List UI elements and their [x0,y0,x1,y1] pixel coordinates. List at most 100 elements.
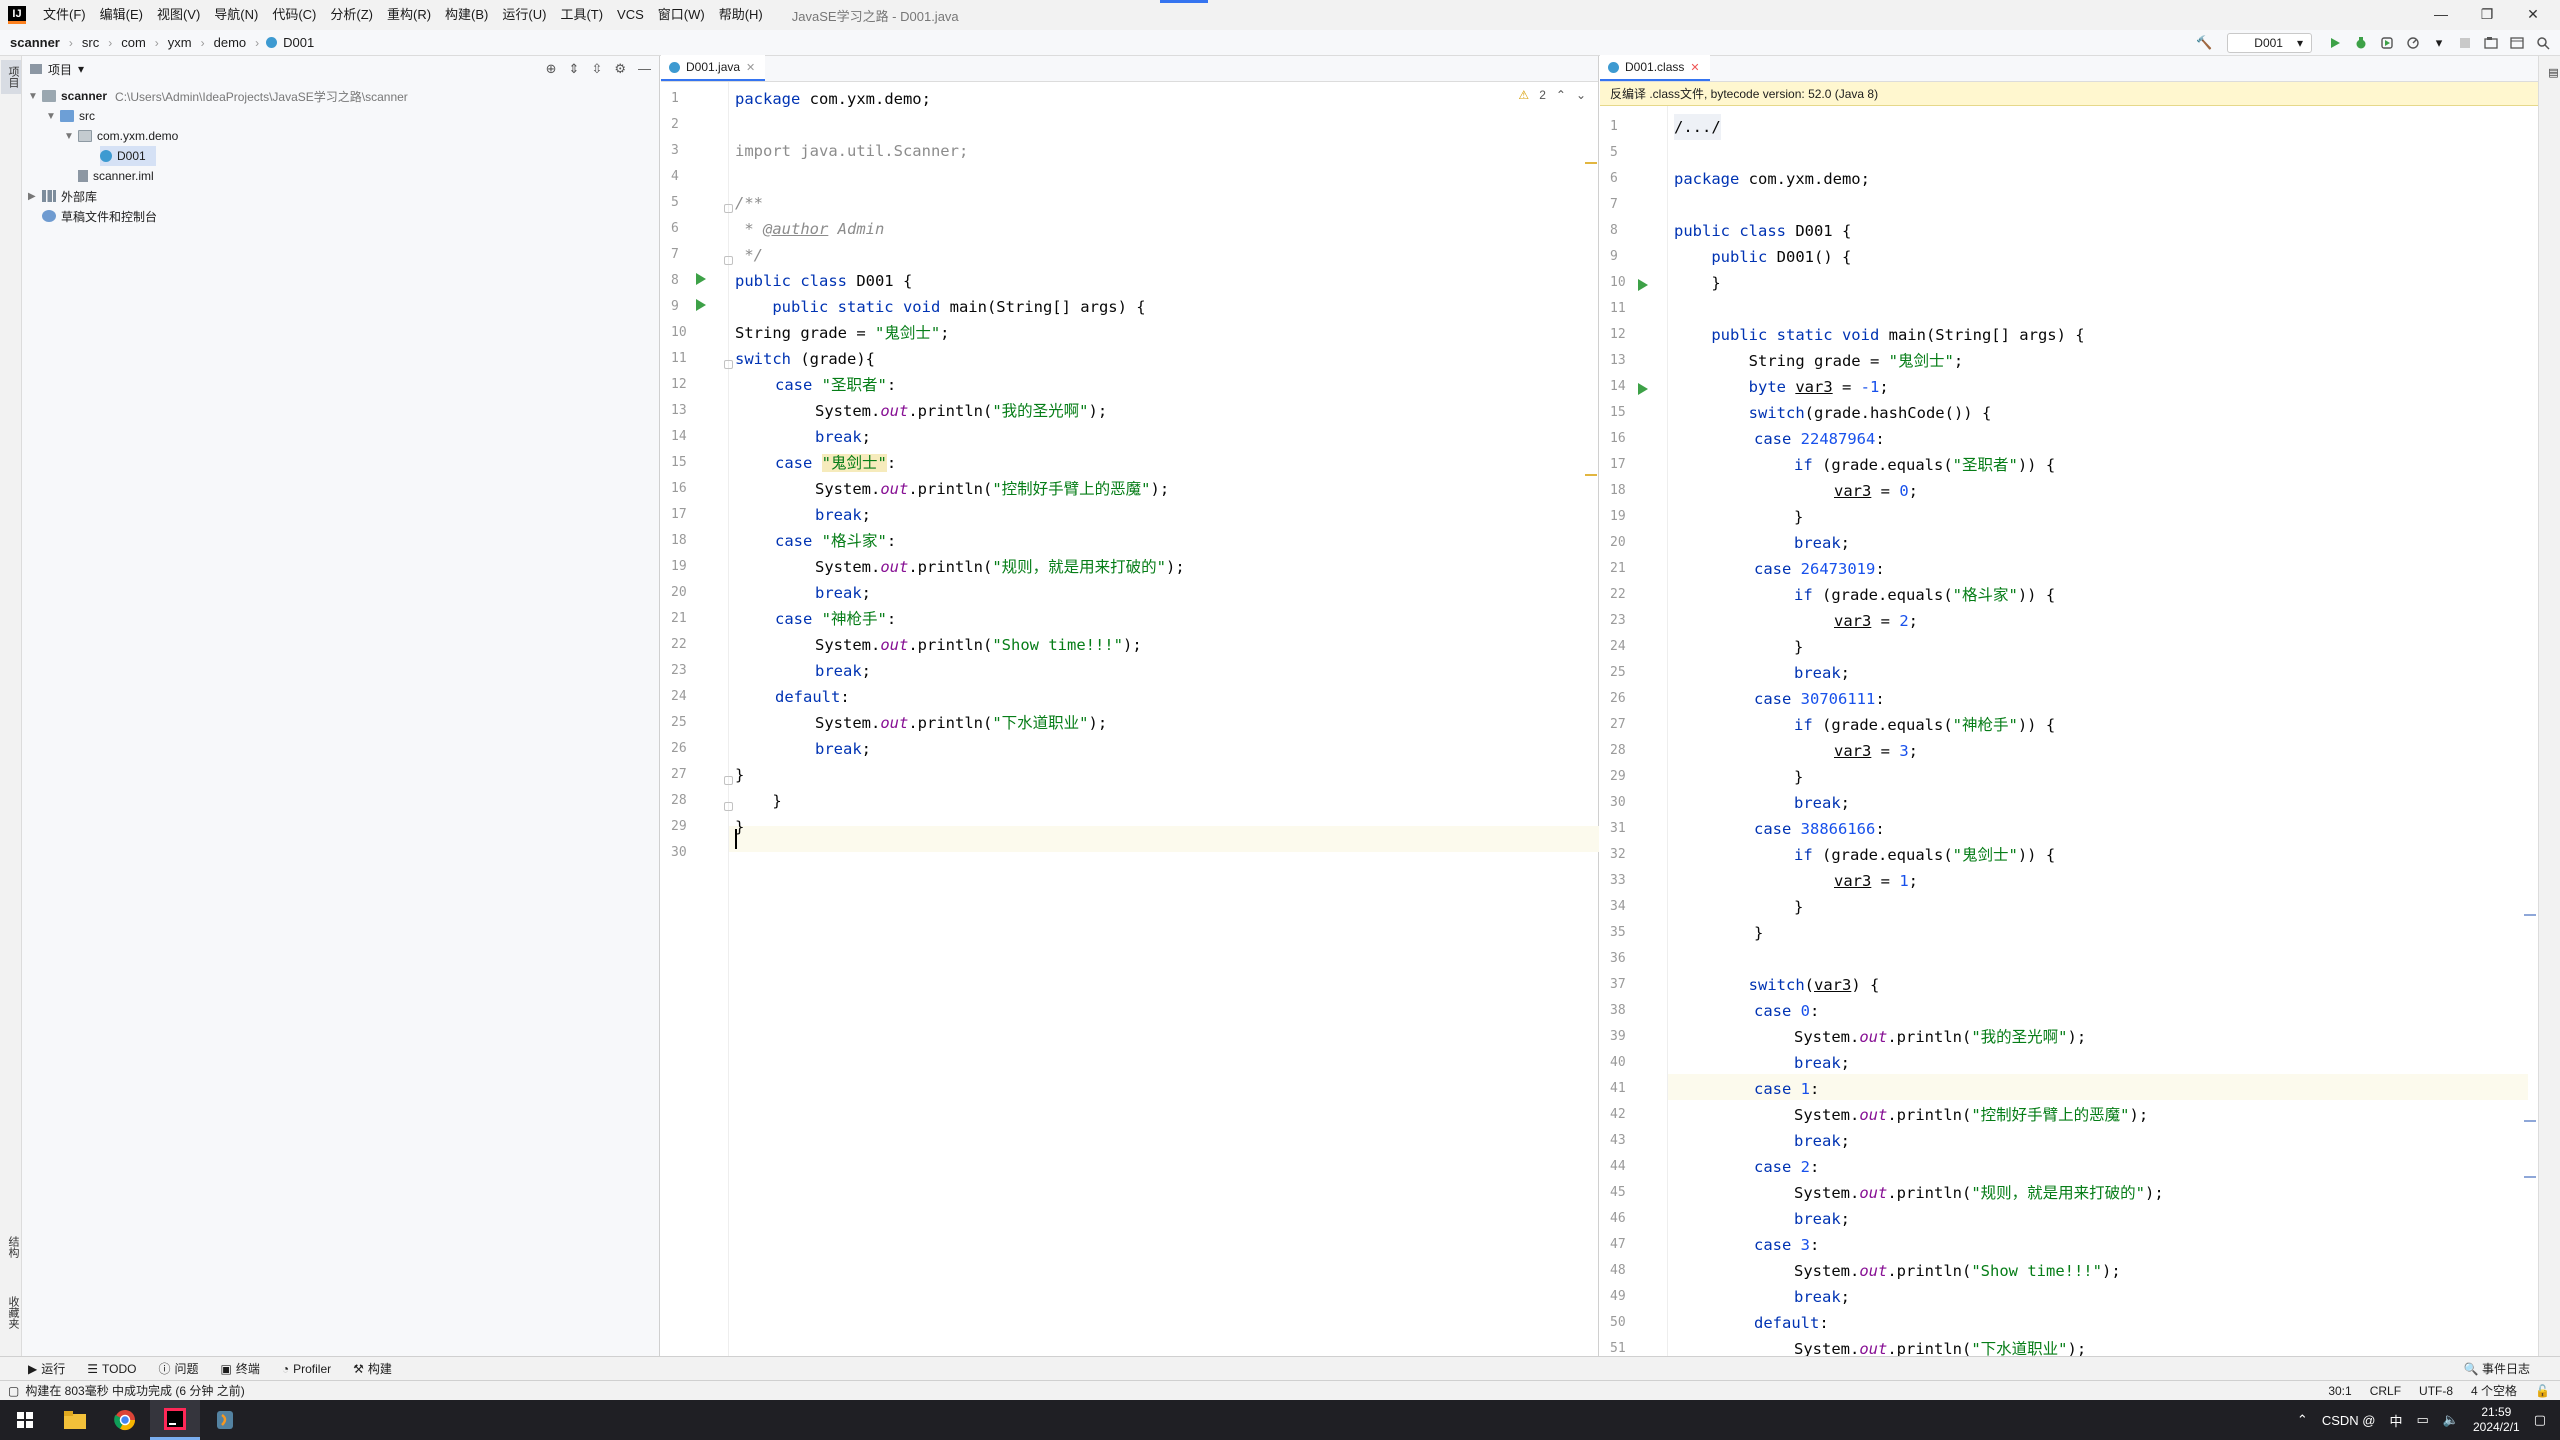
line-number[interactable]: 25 [1610,660,1626,686]
code-line[interactable]: System.out.println("Show time!!!"); [1794,1258,2121,1284]
line-number[interactable]: 41 [1610,1076,1626,1102]
code-line[interactable]: case "神枪手": [775,606,896,632]
code-line[interactable]: case 3: [1754,1232,1819,1258]
line-number[interactable]: 7 [671,242,679,268]
code-line[interactable]: case 30706111: [1754,686,1885,712]
breadcrumb-scanner[interactable]: scanner [0,35,62,50]
code-line[interactable]: package com.yxm.demo; [1674,166,1870,192]
network-icon[interactable]: ▭ [2417,1412,2429,1428]
line-number[interactable]: 43 [1610,1128,1626,1154]
status-message[interactable]: 构建在 803毫秒 中成功完成 (6 分钟 之前) [25,1382,244,1399]
code-line[interactable]: /** [735,190,763,216]
tree-item-src[interactable]: ▼ src [46,106,95,126]
code-line[interactable]: break; [815,424,871,450]
tree-item-iml[interactable]: scanner.iml [64,166,154,186]
line-number[interactable]: 2 [671,112,679,138]
warning-stripe-marker[interactable] [1585,162,1597,164]
code-line[interactable]: case 0: [1754,998,1819,1024]
line-number[interactable]: 8 [671,268,679,294]
line-number[interactable]: 18 [1610,478,1626,504]
code-line[interactable]: case 2: [1754,1154,1819,1180]
structure-tool-button[interactable]: 结构 [1,1230,21,1264]
line-number[interactable]: 24 [1610,634,1626,660]
code-line[interactable]: if (grade.equals("鬼剑士")) { [1794,842,2055,868]
close-window-button[interactable]: ✕ [2510,0,2556,30]
line-number[interactable]: 36 [1610,946,1626,972]
warning-stripe-marker[interactable] [1585,474,1597,476]
profiler-tool-button[interactable]: ◔ Profiler [282,1362,331,1376]
breadcrumb-src[interactable]: src [80,35,101,50]
line-number[interactable]: 29 [1610,764,1626,790]
close-icon[interactable]: ✕ [1690,61,1699,74]
layout-icon[interactable] [2506,32,2528,54]
menu-tools[interactable]: 工具(T) [553,0,610,30]
code-line[interactable]: } [735,762,744,788]
favorites-tool-button[interactable]: 收藏夹 [1,1290,21,1335]
code-line[interactable]: public D001() { [1674,244,1851,270]
code-line[interactable]: var3 = 3; [1834,738,1918,764]
line-number[interactable]: 30 [1610,790,1626,816]
code-line[interactable]: } [735,814,744,840]
line-number[interactable]: 10 [671,320,687,346]
line-number[interactable]: 31 [1610,816,1626,842]
gear-icon[interactable]: ⚙ [614,61,626,77]
line-number[interactable]: 27 [671,762,687,788]
line-number[interactable]: 12 [1610,322,1626,348]
intellij-logo-icon[interactable]: IJ [8,6,26,24]
code-line[interactable]: case "圣职者": [775,372,896,398]
info-stripe-marker[interactable] [2524,1120,2536,1122]
code-line[interactable]: default: [1754,1310,1829,1336]
code-line[interactable]: } [735,788,781,814]
fold-icon[interactable] [724,256,733,265]
line-number[interactable]: 26 [671,736,687,762]
line-number[interactable]: 22 [1610,582,1626,608]
info-stripe-marker[interactable] [2524,914,2536,916]
chevron-up-icon[interactable]: ⌃ [1556,88,1566,102]
chevron-down-icon[interactable]: ▾ [2428,32,2450,54]
line-number[interactable]: 5 [1610,140,1618,166]
line-number[interactable]: 46 [1610,1206,1626,1232]
line-number[interactable]: 19 [1610,504,1626,530]
code-line[interactable]: if (grade.equals("神枪手")) { [1794,712,2055,738]
code-line[interactable]: if (grade.equals("圣职者")) { [1794,452,2055,478]
menu-help[interactable]: 帮助(H) [712,0,770,30]
line-number[interactable]: 16 [671,476,687,502]
search-icon[interactable] [2532,32,2554,54]
line-number[interactable]: 6 [671,216,679,242]
menu-navigate[interactable]: 导航(N) [207,0,265,30]
line-number[interactable]: 42 [1610,1102,1626,1128]
tab-d001-class[interactable]: D001.class ✕ [1600,55,1710,81]
line-number[interactable]: 18 [671,528,687,554]
code-line[interactable]: case "格斗家": [775,528,896,554]
code-line[interactable]: import java.util.Scanner; [735,138,968,164]
chevron-down-icon[interactable]: ▼ [64,131,78,142]
code-line[interactable]: * @author Admin [735,216,884,242]
code-line[interactable]: System.out.println("下水道职业"); [815,710,1107,736]
code-line[interactable]: public static void main(String[] args) { [1674,322,2084,348]
chevron-down-icon[interactable]: ⌄ [1576,88,1586,102]
code-line[interactable]: var3 = 2; [1834,608,1918,634]
line-number[interactable]: 13 [1610,348,1626,374]
code-line[interactable]: case 26473019: [1754,556,1885,582]
line-number[interactable]: 4 [671,164,679,190]
line-number[interactable]: 13 [671,398,687,424]
tree-item-d001[interactable]: D001 [100,146,156,166]
run-icon[interactable] [2324,32,2346,54]
windows-start-icon[interactable] [0,1400,50,1440]
code-line[interactable]: public static void main(String[] args) { [735,294,1145,320]
code-line[interactable]: } [1794,894,1803,920]
run-gutter-icon[interactable] [696,273,706,285]
line-number[interactable]: 23 [671,658,687,684]
line-number[interactable]: 30 [671,840,687,866]
code-line[interactable]: case 38866166: [1754,816,1885,842]
menu-vcs[interactable]: VCS [610,0,651,30]
menu-refactor[interactable]: 重构(R) [380,0,438,30]
menu-build[interactable]: 构建(B) [438,0,495,30]
code-line[interactable]: break; [815,580,871,606]
code-line[interactable]: break; [1794,1206,1850,1232]
line-number[interactable]: 19 [671,554,687,580]
chrome-icon[interactable] [100,1400,150,1440]
intellij-taskbar-icon[interactable] [150,1400,200,1440]
line-number[interactable]: 15 [671,450,687,476]
menu-run[interactable]: 运行(U) [495,0,553,30]
